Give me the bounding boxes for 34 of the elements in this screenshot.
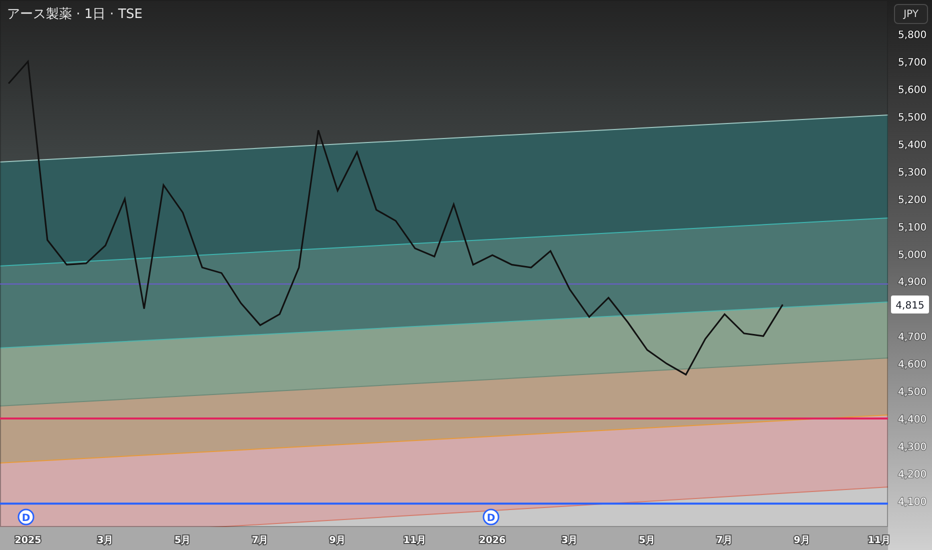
x-axis-label: 11月 xyxy=(868,535,892,546)
dividend-marker[interactable]: D xyxy=(18,508,34,526)
x-axis-label: 5月 xyxy=(174,535,192,546)
y-axis-label: 4,600 xyxy=(898,360,927,371)
x-axis-label: 9月 xyxy=(794,535,810,546)
y-axis-label: 4,300 xyxy=(898,442,927,453)
x-axis-label: 3月 xyxy=(561,535,578,546)
y-axis-label: 5,100 xyxy=(898,222,927,234)
y-axis-label: 4,200 xyxy=(898,469,927,480)
currency-button[interactable]: JPY xyxy=(894,4,928,24)
y-axis-label: 4,100 xyxy=(898,496,927,508)
x-axis-label: 2026 xyxy=(479,535,506,546)
x-axis-label: 5月 xyxy=(638,535,656,546)
y-axis-label: 4,900 xyxy=(898,277,927,288)
x-axis-label: 9月 xyxy=(329,535,346,546)
y-axis-label: 5,700 xyxy=(898,58,927,69)
y-axis-label: 4,400 xyxy=(898,414,927,426)
y-axis-label: 5,600 xyxy=(898,84,927,96)
y-axis-label: 5,200 xyxy=(898,194,927,206)
y-axis-label: 5,300 xyxy=(898,167,927,178)
y-axis-label: 5,000 xyxy=(898,250,927,261)
chart-title: アース製薬 · 1日 · TSE xyxy=(7,6,142,23)
x-axis-label: 2025 xyxy=(14,535,42,546)
x-axis-label: 11月 xyxy=(403,535,427,546)
y-axis-label: 4,700 xyxy=(898,332,927,344)
x-axis-label: 3月 xyxy=(97,535,114,546)
y-axis-label: 4,500 xyxy=(898,387,927,398)
dividend-marker[interactable]: D xyxy=(482,508,500,526)
y-axis-label: 5,500 xyxy=(898,112,927,124)
x-axis-label: 7月 xyxy=(252,535,269,546)
last-price-label: 4,815 xyxy=(891,296,929,314)
y-axis-label: 5,800 xyxy=(898,30,927,42)
y-axis-label: 5,400 xyxy=(898,140,927,151)
x-axis-label: 7月 xyxy=(716,535,733,546)
